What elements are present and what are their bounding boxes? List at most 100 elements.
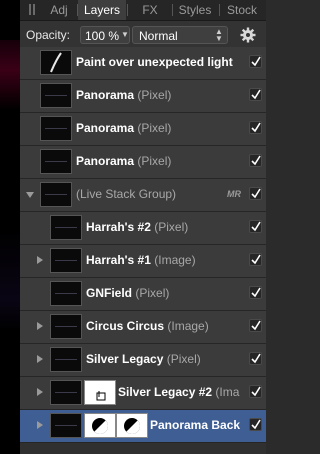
- opacity-field[interactable]: 100 % ▼: [80, 26, 130, 44]
- layer-thumbnail: [40, 50, 72, 75]
- updown-chevron-icon: ▲ ▼: [215, 27, 223, 43]
- layer-thumbnail: [50, 215, 82, 240]
- disclosure-closed-icon[interactable]: [37, 322, 43, 330]
- layer-name[interactable]: Panorama (Pixel): [76, 146, 246, 176]
- layer-thumbnail: [50, 413, 82, 438]
- layer-thumbnail: [40, 182, 72, 207]
- layer-type-text: (Pixel): [166, 352, 201, 366]
- layer-mask-thumbnail: [84, 413, 116, 438]
- layer-name-text: Panorama: [76, 154, 135, 168]
- layer-name[interactable]: Panorama Back: [150, 410, 246, 440]
- layer-row[interactable]: Panorama (Pixel): [20, 113, 266, 146]
- layer-name[interactable]: Harrah's #1 (Image): [86, 245, 246, 275]
- layer-type-text: (Live Stack Group): [76, 187, 177, 201]
- layer-type-text: (Pixel): [137, 154, 172, 168]
- visibility-checkbox[interactable]: [249, 88, 262, 101]
- disclosure-closed-icon[interactable]: [37, 388, 43, 396]
- layer-name[interactable]: (Live Stack Group): [76, 179, 224, 209]
- layer-row[interactable]: Harrah's #2 (Pixel): [20, 212, 266, 245]
- checkmark-icon: [251, 89, 261, 100]
- visibility-checkbox[interactable]: [249, 385, 262, 398]
- tab-fx[interactable]: FX: [130, 0, 170, 20]
- layer-mask-thumbnail: [84, 380, 116, 405]
- layer-name-text: Panorama: [76, 121, 135, 135]
- visibility-checkbox[interactable]: [249, 352, 262, 365]
- layer-thumbnail: [50, 380, 82, 405]
- disclosure-open-icon[interactable]: [26, 192, 34, 198]
- layer-row[interactable]: Harrah's #1 (Image): [20, 245, 266, 278]
- tab-layers[interactable]: Layers: [78, 0, 126, 20]
- layer-row[interactable]: Silver Legacy #2 (Ima: [20, 377, 266, 410]
- layer-options-row: Opacity: 100 % ▼ Normal ▲ ▼: [20, 21, 266, 49]
- layer-type-text: (Pixel): [137, 121, 172, 135]
- layer-thumbnail: [40, 116, 72, 141]
- visibility-checkbox[interactable]: [249, 286, 262, 299]
- disclosure-closed-icon[interactable]: [37, 355, 43, 363]
- layer-list: Paint over unexpected light Panorama (Pix…: [20, 47, 266, 454]
- chevron-down-icon: ▼: [121, 30, 129, 39]
- layer-name[interactable]: Harrah's #2 (Pixel): [86, 212, 246, 242]
- tab-adjustments[interactable]: Adj: [42, 0, 76, 20]
- layer-type-text: (Ima: [215, 385, 240, 399]
- blend-mode-select[interactable]: Normal ▲ ▼: [132, 26, 228, 44]
- layer-name[interactable]: Panorama (Pixel): [76, 113, 246, 143]
- layer-row[interactable]: Paint over unexpected light: [20, 47, 266, 80]
- tab-styles[interactable]: Styles: [173, 0, 217, 20]
- opacity-value: 100 %: [85, 29, 120, 43]
- layer-name-text: Panorama Back: [150, 418, 241, 432]
- layer-type-text: (Pixel): [154, 220, 189, 234]
- layer-type-text: (Pixel): [135, 286, 170, 300]
- layer-thumbnail: [50, 314, 82, 339]
- visibility-checkbox[interactable]: [249, 253, 262, 266]
- layer-row[interactable]: Panorama (Pixel): [20, 80, 266, 113]
- layer-name[interactable]: GNField (Pixel): [86, 278, 246, 308]
- layer-row[interactable]: GNField (Pixel): [20, 278, 266, 311]
- visibility-checkbox[interactable]: [249, 187, 262, 200]
- layer-name[interactable]: Panorama (Pixel): [76, 80, 246, 110]
- layer-name-text: Harrah's #2: [86, 220, 151, 234]
- checkmark-icon: [251, 122, 261, 133]
- panel-grip-icon[interactable]: [29, 4, 35, 15]
- layer-row[interactable]: Panorama Back: [20, 410, 266, 443]
- layer-name[interactable]: Silver Legacy #2 (Ima: [118, 377, 246, 407]
- merge-result-badge: MR: [227, 189, 241, 199]
- layer-row[interactable]: Circus Circus (Image): [20, 311, 266, 344]
- visibility-checkbox[interactable]: [249, 319, 262, 332]
- layer-name-text: Circus Circus: [86, 319, 165, 333]
- checkmark-icon: [251, 221, 261, 232]
- blend-mode-value: Normal: [139, 29, 178, 43]
- tab-stock[interactable]: Stock: [220, 0, 264, 20]
- visibility-checkbox[interactable]: [249, 418, 262, 431]
- layer-name-text: Paint over unexpected light: [76, 55, 233, 69]
- layer-name[interactable]: Silver Legacy (Pixel): [86, 344, 246, 374]
- disclosure-closed-icon[interactable]: [37, 421, 43, 429]
- adjustment-mask-thumbnail: [116, 413, 148, 438]
- checkmark-icon: [251, 287, 261, 298]
- checkmark-icon: [251, 320, 261, 331]
- layer-thumbnail: [50, 281, 82, 306]
- layer-name-text: Silver Legacy: [86, 352, 164, 366]
- checkmark-icon: [251, 386, 261, 397]
- visibility-checkbox[interactable]: [249, 220, 262, 233]
- layer-row[interactable]: Panorama (Pixel): [20, 146, 266, 179]
- layer-name-text: Panorama: [76, 88, 135, 102]
- layer-name[interactable]: Circus Circus (Image): [86, 311, 246, 341]
- panel-tab-bar: Adj Layers FX Styles Stock: [20, 0, 266, 21]
- layer-row[interactable]: (Live Stack Group) MR: [20, 179, 266, 212]
- visibility-checkbox[interactable]: [249, 121, 262, 134]
- layer-name[interactable]: Paint over unexpected light: [76, 47, 246, 77]
- gear-icon[interactable]: [240, 27, 256, 43]
- visibility-checkbox[interactable]: [249, 154, 262, 167]
- layer-row[interactable]: Silver Legacy (Pixel): [20, 344, 266, 377]
- disclosure-closed-icon[interactable]: [37, 256, 43, 264]
- visibility-checkbox[interactable]: [249, 55, 262, 68]
- layer-type-text: (Image): [167, 319, 209, 333]
- layer-name-text: Harrah's #1: [86, 253, 151, 267]
- canvas-backdrop: [0, 0, 20, 454]
- layer-name-text: GNField: [86, 286, 133, 300]
- layer-thumbnail: [40, 83, 72, 108]
- layer-type-text: (Image): [154, 253, 196, 267]
- layer-type-text: (Pixel): [137, 88, 172, 102]
- checkmark-icon: [251, 254, 261, 265]
- opacity-label: Opacity:: [26, 28, 71, 42]
